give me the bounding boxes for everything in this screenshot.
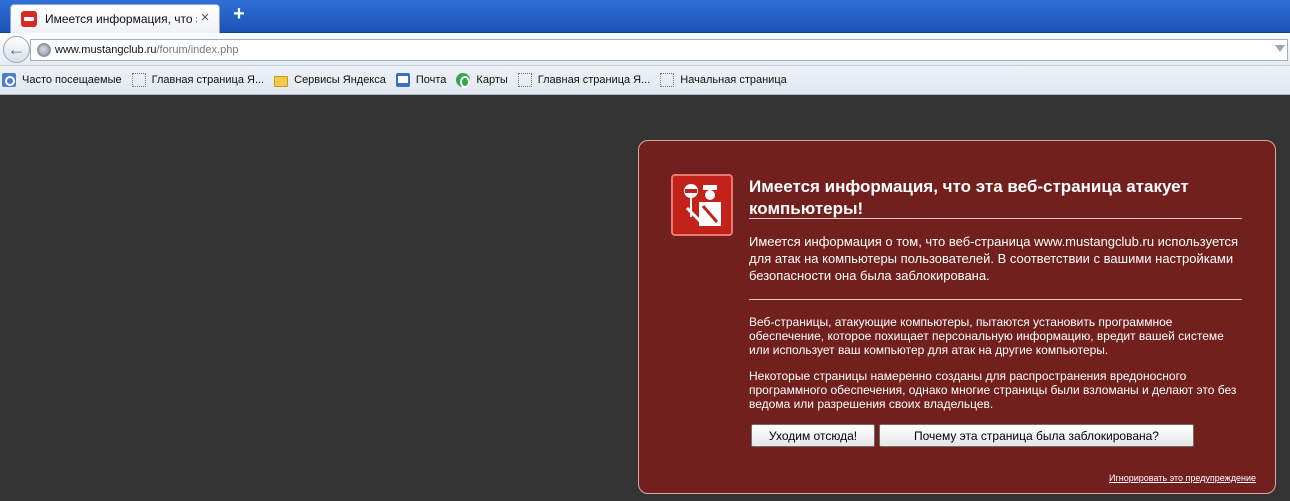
bookmark-label: Почта: [415, 74, 447, 86]
bookmark-most-visited[interactable]: Часто посещаемые: [2, 73, 122, 87]
folder-icon: [274, 75, 289, 87]
warning-lead: Имеется информация о том, что веб-страни…: [749, 234, 1239, 283]
tab-strip: Имеется информация, что э... × +: [0, 0, 1290, 33]
blocked-site-icon: [21, 11, 37, 27]
chevron-down-icon[interactable]: [1275, 45, 1285, 52]
police-officer-icon: [671, 174, 733, 236]
tab-active[interactable]: Имеется информация, что э... ×: [10, 4, 220, 33]
globe-icon: [37, 43, 51, 57]
mail-icon: [395, 73, 410, 87]
page-icon: [517, 73, 532, 87]
tab-title: Имеется информация, что э...: [45, 12, 197, 26]
bookmark-label: Сервисы Яндекса: [294, 74, 386, 86]
bookmark-yandex-home-1[interactable]: Главная страница Я...: [131, 73, 265, 87]
bookmark-label: Карты: [476, 74, 508, 86]
url-path: /forum/index.php: [156, 44, 239, 56]
divider: [749, 218, 1242, 219]
bookmark-start-page[interactable]: Начальная страница: [660, 73, 787, 87]
attack-warning-panel: Имеется информация, что эта веб-страница…: [638, 140, 1276, 494]
get-me-out-button[interactable]: Уходим отсюда!: [751, 424, 875, 447]
close-tab-icon[interactable]: ×: [197, 10, 213, 27]
page-icon: [660, 73, 675, 87]
bookmark-maps[interactable]: Карты: [456, 73, 508, 88]
url-host: www.mustangclub.ru: [55, 44, 157, 56]
most-visited-icon: [2, 73, 16, 87]
new-tab-button[interactable]: +: [228, 4, 250, 26]
bookmarks-bar: Часто посещаемые Главная страница Я... С…: [0, 66, 1290, 95]
nav-bar: ← www.mustangclub.ru/forum/index.php: [0, 33, 1290, 66]
divider: [749, 299, 1242, 300]
page-icon: [131, 73, 146, 87]
url-bar[interactable]: www.mustangclub.ru/forum/index.php: [30, 39, 1288, 61]
maps-icon: [456, 73, 471, 88]
why-blocked-button[interactable]: Почему эта страница была заблокирована?: [879, 424, 1194, 447]
back-button[interactable]: ←: [3, 36, 30, 63]
bookmark-label: Начальная страница: [680, 74, 787, 86]
bookmark-label: Часто посещаемые: [22, 74, 122, 86]
bookmark-mail[interactable]: Почта: [395, 73, 447, 87]
warning-title: Имеется информация, что эта веб-страница…: [749, 177, 1189, 218]
warning-paragraph-2: Некоторые страницы намеренно созданы для…: [749, 369, 1237, 411]
bookmark-yandex-home-2[interactable]: Главная страница Я...: [517, 73, 651, 87]
warning-paragraph-1: Веб-страницы, атакующие компьютеры, пыта…: [749, 315, 1224, 357]
bookmark-label: Главная страница Я...: [537, 74, 651, 86]
bookmark-label: Главная страница Я...: [151, 74, 265, 86]
bookmark-yandex-services[interactable]: Сервисы Яндекса: [274, 74, 386, 87]
ignore-warning-link[interactable]: Игнорировать это предупреждение: [1109, 473, 1256, 483]
